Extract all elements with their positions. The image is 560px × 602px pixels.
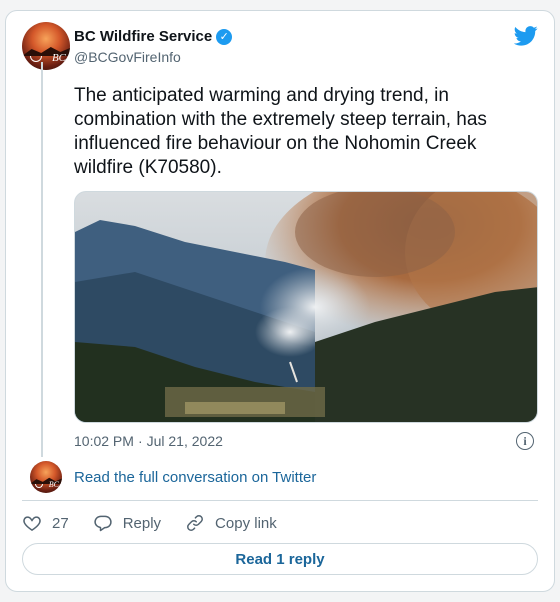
tweet-actions-bar: 27 Reply Copy link bbox=[22, 513, 301, 533]
tweet-timestamp-row[interactable]: 10:02 PM · Jul 21, 2022 bbox=[74, 433, 223, 449]
tweet-date[interactable]: Jul 21, 2022 bbox=[147, 433, 223, 449]
copy-link-label: Copy link bbox=[215, 514, 277, 532]
avatar-bc-monogram: BC bbox=[51, 52, 66, 64]
link-icon bbox=[187, 515, 204, 531]
author-avatar[interactable]: BC bbox=[22, 22, 70, 70]
avatar-bc-monogram: BC bbox=[48, 480, 59, 489]
tweet-photo-wildfire-smoke[interactable] bbox=[74, 191, 538, 423]
twitter-bird-icon[interactable] bbox=[514, 26, 538, 46]
tweet-time[interactable]: 10:02 PM bbox=[74, 433, 134, 449]
thread-line bbox=[41, 62, 43, 457]
wildfire-landscape-image bbox=[75, 192, 537, 422]
tweet-text: The anticipated warming and drying trend… bbox=[74, 85, 487, 178]
author-display-name[interactable]: BC Wildfire Service bbox=[74, 28, 212, 45]
author-name-row[interactable]: BC Wildfire Service ✓ bbox=[74, 28, 233, 45]
like-button[interactable]: 27 bbox=[22, 513, 69, 533]
verified-badge-icon: ✓ bbox=[216, 28, 233, 45]
avatar-crown-emblem bbox=[35, 484, 43, 488]
author-handle[interactable]: @BCGovFireInfo bbox=[74, 49, 181, 65]
read-full-conversation-link[interactable]: Read the full conversation on Twitter bbox=[74, 469, 316, 486]
actions-divider bbox=[22, 500, 538, 501]
reply-button[interactable]: Reply bbox=[93, 513, 161, 533]
info-icon[interactable]: i bbox=[516, 432, 534, 450]
reply-bubble-icon bbox=[94, 515, 112, 532]
timestamp-separator: · bbox=[137, 433, 143, 449]
like-count: 27 bbox=[52, 514, 69, 532]
conversation-avatar[interactable]: BC bbox=[30, 461, 62, 493]
reply-label: Reply bbox=[122, 514, 162, 532]
read-replies-button[interactable]: Read 1 reply bbox=[22, 543, 538, 575]
copy-link-button[interactable]: Copy link bbox=[185, 513, 277, 533]
heart-icon bbox=[23, 516, 41, 531]
